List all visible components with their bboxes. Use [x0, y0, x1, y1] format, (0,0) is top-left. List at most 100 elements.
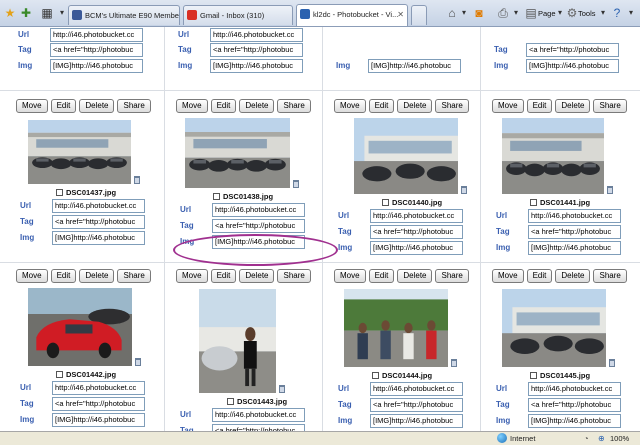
help-icon[interactable]: ? [610, 6, 624, 20]
share-button[interactable]: Share [277, 99, 311, 113]
close-tab-icon[interactable]: ✕ [397, 5, 404, 24]
home-chevron-icon[interactable]: ▾ [457, 6, 471, 20]
tab-bcm-forum[interactable]: BCM's Ultimate E90 Member ... [68, 5, 180, 25]
zoom-icon[interactable]: ⊕ [598, 432, 605, 445]
url-code-field[interactable]: http://i46.photobucket.cc [52, 199, 145, 213]
photo-thumbnail[interactable] [199, 289, 276, 393]
share-button[interactable]: Share [435, 99, 469, 113]
trash-icon[interactable] [135, 358, 141, 366]
tools-chevron-icon[interactable]: ▾ [596, 6, 610, 20]
edit-button[interactable]: Edit [526, 269, 553, 283]
photo-thumbnail[interactable] [28, 120, 131, 184]
move-button[interactable]: Move [16, 99, 48, 113]
trash-icon[interactable] [293, 180, 299, 188]
edit-button[interactable]: Edit [50, 99, 77, 113]
img-code-field[interactable]: [IMG]http://i46.photobuc [526, 59, 619, 73]
photo-thumbnail[interactable] [28, 288, 132, 366]
tag-code-field[interactable]: <a href="http://photobuc [212, 219, 305, 233]
trash-icon[interactable] [607, 186, 613, 194]
favorites-star-icon[interactable]: ★ [3, 6, 17, 20]
url-code-field[interactable]: http://i46.photobucket.cc [528, 209, 621, 223]
photo-thumbnail[interactable] [185, 118, 290, 188]
img-code-field[interactable]: [IMG]http://i46.photobuc [370, 241, 463, 255]
select-checkbox[interactable] [227, 398, 234, 405]
url-code-field[interactable]: http://i46.photobucket.cc [212, 203, 305, 217]
zoom-level[interactable]: 100% [610, 432, 629, 445]
url-code-field[interactable]: http://i46.photobucket.cc [370, 209, 463, 223]
feeds-icon[interactable]: ◙ [472, 6, 486, 20]
move-button[interactable]: Move [176, 99, 208, 113]
url-code-field[interactable]: http://i46.photobucket.cc [210, 28, 303, 42]
delete-button[interactable]: Delete [397, 269, 433, 283]
edit-button[interactable]: Edit [526, 99, 553, 113]
trash-icon[interactable] [279, 385, 285, 393]
photo-thumbnail[interactable] [502, 289, 606, 367]
delete-button[interactable]: Delete [397, 99, 433, 113]
url-code-field[interactable]: http://i46.photobucket.cc [50, 28, 143, 42]
tag-code-field[interactable]: <a href="http://photobuc [50, 43, 143, 57]
delete-button[interactable]: Delete [79, 269, 115, 283]
url-code-field[interactable]: http://i46.photobucket.cc [212, 408, 305, 422]
trash-icon[interactable] [134, 176, 140, 184]
share-button[interactable]: Share [593, 99, 627, 113]
img-code-field[interactable]: [IMG]http://i46.photobuc [370, 414, 463, 428]
tag-code-field[interactable]: <a href="http://photobuc [526, 43, 619, 57]
img-code-field[interactable]: [IMG]http://i46.photobuc [52, 231, 145, 245]
img-code-field[interactable]: [IMG]http://i46.photobuc [210, 59, 303, 73]
move-button[interactable]: Move [334, 99, 366, 113]
share-button[interactable]: Share [117, 99, 151, 113]
quick-tabs-icon[interactable]: ▦ [40, 6, 54, 20]
delete-button[interactable]: Delete [555, 269, 591, 283]
url-code-field[interactable]: http://i46.photobucket.cc [528, 382, 621, 396]
tab-list-chevron-icon[interactable]: ▾ [55, 6, 69, 20]
tag-code-field[interactable]: <a href="http://photobuc [52, 215, 145, 229]
share-button[interactable]: Share [117, 269, 151, 283]
delete-button[interactable]: Delete [555, 99, 591, 113]
trash-icon[interactable] [609, 359, 615, 367]
edit-button[interactable]: Edit [210, 269, 237, 283]
edit-button[interactable]: Edit [368, 269, 395, 283]
select-checkbox[interactable] [372, 372, 379, 379]
print-chevron-icon[interactable]: ▾ [509, 6, 523, 20]
tag-code-field[interactable]: <a href="http://photobuc [212, 424, 305, 431]
img-code-field[interactable]: [IMG]http://i46.photobuc [52, 413, 145, 427]
edit-button[interactable]: Edit [368, 99, 395, 113]
edit-button[interactable]: Edit [210, 99, 237, 113]
img-code-field[interactable]: [IMG]http://i46.photobuc [528, 241, 621, 255]
delete-button[interactable]: Delete [79, 99, 115, 113]
move-button[interactable]: Move [492, 99, 524, 113]
tag-code-field[interactable]: <a href="http://photobuc [528, 398, 621, 412]
img-code-field[interactable]: [IMG]http://i46.photobuc [368, 59, 461, 73]
new-tab-button[interactable] [411, 5, 427, 25]
img-code-field[interactable]: [IMG]http://i46.photobuc [528, 414, 621, 428]
img-code-field[interactable]: [IMG]http://i46.photobuc [50, 59, 143, 73]
move-button[interactable]: Move [492, 269, 524, 283]
photo-thumbnail[interactable] [502, 118, 604, 194]
url-code-field[interactable]: http://i46.photobucket.cc [52, 381, 145, 395]
tag-code-field[interactable]: <a href="http://photobuc [210, 43, 303, 57]
photo-thumbnail[interactable] [354, 118, 458, 194]
tab-photobucket[interactable]: kl2dc - Photobucket - Vi... ✕ [296, 4, 408, 26]
photo-thumbnail[interactable] [344, 289, 448, 367]
print-icon[interactable]: ⎙ [496, 6, 510, 20]
trash-icon[interactable] [461, 186, 467, 194]
tag-code-field[interactable]: <a href="http://photobuc [52, 397, 145, 411]
tag-code-field[interactable]: <a href="http://photobuc [528, 225, 621, 239]
move-button[interactable]: Move [334, 269, 366, 283]
select-checkbox[interactable] [382, 199, 389, 206]
add-favorites-icon[interactable]: ✚ [19, 6, 33, 20]
trash-icon[interactable] [451, 359, 457, 367]
select-checkbox[interactable] [530, 372, 537, 379]
move-button[interactable]: Move [16, 269, 48, 283]
delete-button[interactable]: Delete [239, 99, 275, 113]
share-button[interactable]: Share [593, 269, 627, 283]
help-chevron-icon[interactable]: ▾ [624, 6, 638, 20]
edit-button[interactable]: Edit [50, 269, 77, 283]
share-button[interactable]: Share [435, 269, 469, 283]
url-code-field[interactable]: http://i46.photobucket.cc [370, 382, 463, 396]
move-button[interactable]: Move [176, 269, 208, 283]
select-checkbox[interactable] [56, 371, 63, 378]
tag-code-field[interactable]: <a href="http://photobuc [370, 225, 463, 239]
delete-button[interactable]: Delete [239, 269, 275, 283]
tab-gmail[interactable]: Gmail - Inbox (310) [183, 5, 293, 25]
